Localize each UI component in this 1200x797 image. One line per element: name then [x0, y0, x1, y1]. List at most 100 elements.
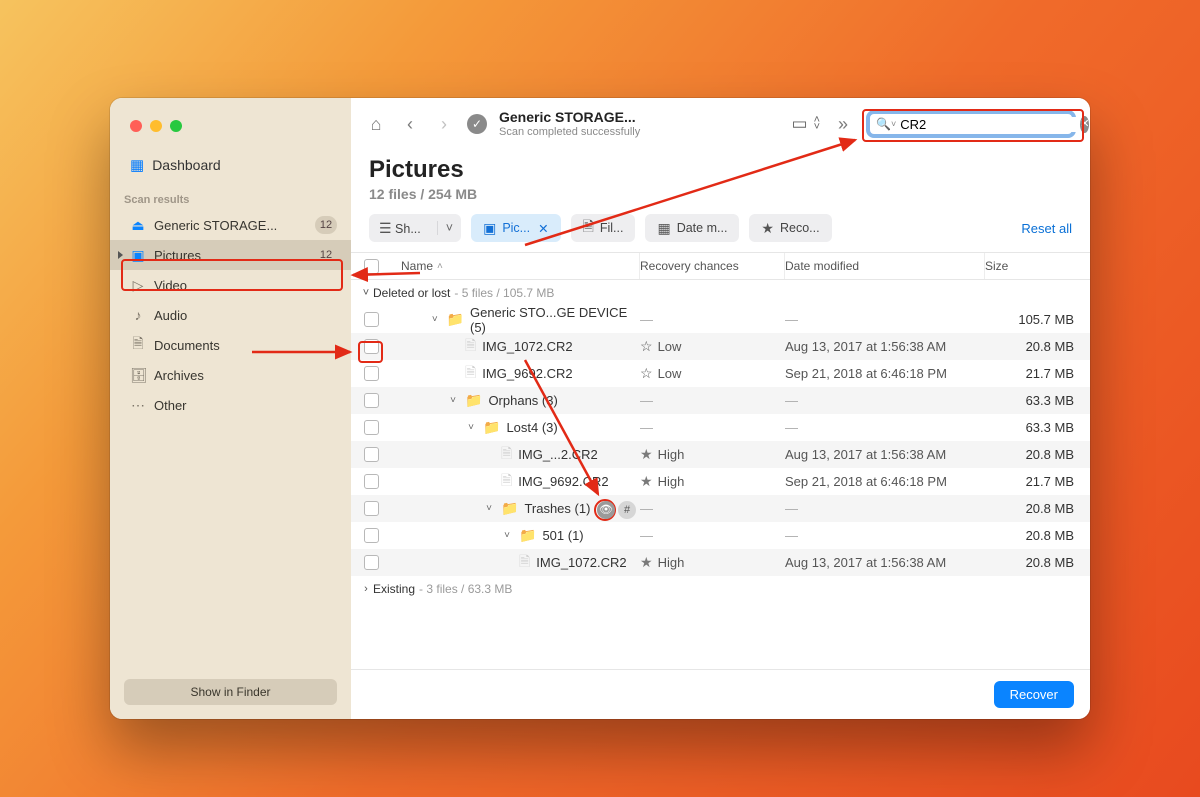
disclosure-triangle[interactable]: ˅ [465, 422, 477, 433]
date-modified: Sep 21, 2018 at 6:46:18 PM [785, 366, 947, 381]
back-button[interactable]: ‹ [399, 114, 421, 135]
row-checkbox[interactable] [364, 393, 379, 408]
table-row[interactable]: ˅📁Lost4 (3)——63.3 MB [351, 414, 1090, 441]
sidebar-item-archives[interactable]: 🗄Archives [110, 360, 351, 390]
disclosure-triangle[interactable]: ˅ [359, 287, 373, 299]
disclosure-triangle[interactable]: ˅ [501, 530, 513, 541]
title-block: Generic STORAGE... Scan completed succes… [499, 109, 640, 139]
table-row[interactable]: ˅📁Orphans (3)——63.3 MB [351, 387, 1090, 414]
close-window-button[interactable] [130, 120, 142, 132]
disclosure-triangle[interactable]: › [359, 583, 373, 595]
disclosure-triangle[interactable]: ˅ [483, 503, 495, 514]
filter-pictures[interactable]: ▣Pic...✕ [471, 214, 561, 242]
table-row[interactable]: 🗎IMG_9692.CR2☆LowSep 21, 2018 at 6:46:18… [351, 360, 1090, 387]
file-size: 20.8 MB [1026, 528, 1074, 543]
drive-icon: ⏏ [130, 217, 146, 234]
col-recovery-chances[interactable]: Recovery chances [640, 253, 785, 279]
audio-icon: ♪ [130, 307, 146, 323]
row-checkbox[interactable] [364, 312, 379, 327]
section-header[interactable]: ›Existing - 3 files / 63.3 MB [351, 576, 1090, 602]
app-window: ▦ Dashboard Scan results ⏏Generic STORAG… [110, 98, 1090, 719]
minimize-window-button[interactable] [150, 120, 162, 132]
filter-recovery[interactable]: ★Reco... [749, 214, 831, 242]
row-checkbox[interactable] [364, 528, 379, 543]
overflow-button[interactable]: » [832, 114, 854, 135]
home-button[interactable]: ⌂ [365, 114, 387, 135]
col-date-modified[interactable]: Date modified [785, 253, 985, 279]
date-modified: Sep 21, 2018 at 6:46:18 PM [785, 474, 947, 489]
traffic-lights [110, 120, 351, 150]
table-row[interactable]: ˅📁501 (1)——20.8 MB [351, 522, 1090, 549]
row-checkbox[interactable] [364, 447, 379, 462]
other-icon: ⋯ [130, 397, 146, 414]
search-field[interactable]: 🔍˅ ✕ [866, 110, 1076, 138]
date-modified: Aug 13, 2017 at 1:56:38 AM [785, 447, 946, 462]
sidebar-item-video[interactable]: ▷Video [110, 270, 351, 300]
chevron-down-icon[interactable]: ˅ [437, 221, 461, 235]
row-checkbox[interactable] [364, 474, 379, 489]
preview-hex-icon[interactable]: # [618, 501, 636, 519]
sidebar-item-audio[interactable]: ♪Audio [110, 300, 351, 330]
file-size: 20.8 MB [1026, 447, 1074, 462]
recovery-chance: High [658, 555, 685, 570]
filter-show[interactable]: ☰ Sh...˅ [369, 214, 461, 242]
file-name: Generic STO...GE DEVICE (5) [470, 305, 640, 335]
section-meta: - 5 files / 105.7 MB [454, 286, 554, 300]
row-checkbox[interactable] [364, 339, 379, 354]
file-name: Lost4 (3) [506, 420, 557, 435]
folder-icon: 📁 [519, 527, 536, 544]
filter-date[interactable]: ▦Date m... [645, 214, 739, 242]
file-name: IMG_1072.CR2 [536, 555, 626, 570]
preview-eye-icon[interactable]: 👁 [597, 501, 615, 519]
reset-filters-button[interactable]: Reset all [1021, 221, 1072, 236]
section-header[interactable]: ˅Deleted or lost - 5 files / 105.7 MB [351, 280, 1090, 306]
image-icon: ▣ [483, 220, 496, 237]
sidebar-item-generic-storage-[interactable]: ⏏Generic STORAGE...12 [110, 210, 351, 240]
star-icon: ★ [640, 473, 653, 489]
remove-filter-button[interactable]: ✕ [538, 221, 548, 236]
clear-search-button[interactable]: ✕ [1080, 116, 1089, 133]
file-icon: 🗎 [519, 551, 530, 575]
forward-button[interactable]: › [433, 114, 455, 135]
search-input[interactable] [896, 117, 1080, 132]
col-name[interactable]: Name [391, 253, 640, 279]
filter-file[interactable]: 🗎Fil... [571, 214, 636, 242]
folder-icon: 📁 [483, 419, 500, 436]
table-row[interactable]: ˅📁Trashes (1)——20.8 MB [351, 495, 1090, 522]
zoom-window-button[interactable] [170, 120, 182, 132]
device-title: Generic STORAGE... [499, 109, 640, 126]
table-row[interactable]: 🗎IMG_9692.CR2★HighSep 21, 2018 at 6:46:1… [351, 468, 1090, 495]
row-checkbox[interactable] [364, 366, 379, 381]
video-icon: ▷ [130, 277, 146, 294]
dashboard-label: Dashboard [152, 157, 221, 173]
main-panel: ⌂ ‹ › ✓ Generic STORAGE... Scan complete… [351, 98, 1090, 719]
row-checkbox[interactable] [364, 420, 379, 435]
disclosure-triangle[interactable]: ˅ [429, 314, 441, 325]
toolbar: ⌂ ‹ › ✓ Generic STORAGE... Scan complete… [351, 98, 1090, 150]
folder-icon: 📁 [447, 311, 464, 328]
path-selector[interactable]: ▭ ˄˅ [792, 114, 821, 134]
recovery-chance: Low [658, 366, 682, 381]
scan-results-heading: Scan results [110, 180, 351, 210]
table-row[interactable]: 🗎IMG_1072.CR2★HighAug 13, 2017 at 1:56:3… [351, 549, 1090, 576]
sidebar-item-pictures[interactable]: ▣Pictures12 [110, 240, 351, 270]
sidebar: ▦ Dashboard Scan results ⏏Generic STORAG… [110, 98, 351, 719]
file-icon: 🗎 [465, 335, 476, 359]
row-checkbox[interactable] [364, 555, 379, 570]
sidebar-item-other[interactable]: ⋯Other [110, 390, 351, 420]
file-size: 20.8 MB [1026, 501, 1074, 516]
table-row[interactable]: ˅📁Generic STO...GE DEVICE (5)——105.7 MB [351, 306, 1090, 333]
col-size[interactable]: Size [985, 259, 1090, 273]
select-all-checkbox[interactable] [364, 259, 379, 274]
show-in-finder-button[interactable]: Show in Finder [124, 679, 337, 705]
sidebar-item-documents[interactable]: 🗎Documents [110, 330, 351, 360]
table-row[interactable]: 🗎IMG_1072.CR2☆LowAug 13, 2017 at 1:56:38… [351, 333, 1090, 360]
date-modified: Aug 13, 2017 at 1:56:38 AM [785, 555, 946, 570]
table-header: Name Recovery chances Date modified Size [351, 252, 1090, 280]
table-row[interactable]: 🗎IMG_...2.CR2★HighAug 13, 2017 at 1:56:3… [351, 441, 1090, 468]
recover-button[interactable]: Recover [994, 681, 1074, 708]
disclosure-triangle[interactable]: ˅ [447, 395, 459, 406]
dashboard-link[interactable]: ▦ Dashboard [110, 150, 351, 180]
star-icon: ★ [761, 220, 774, 237]
row-checkbox[interactable] [364, 501, 379, 516]
